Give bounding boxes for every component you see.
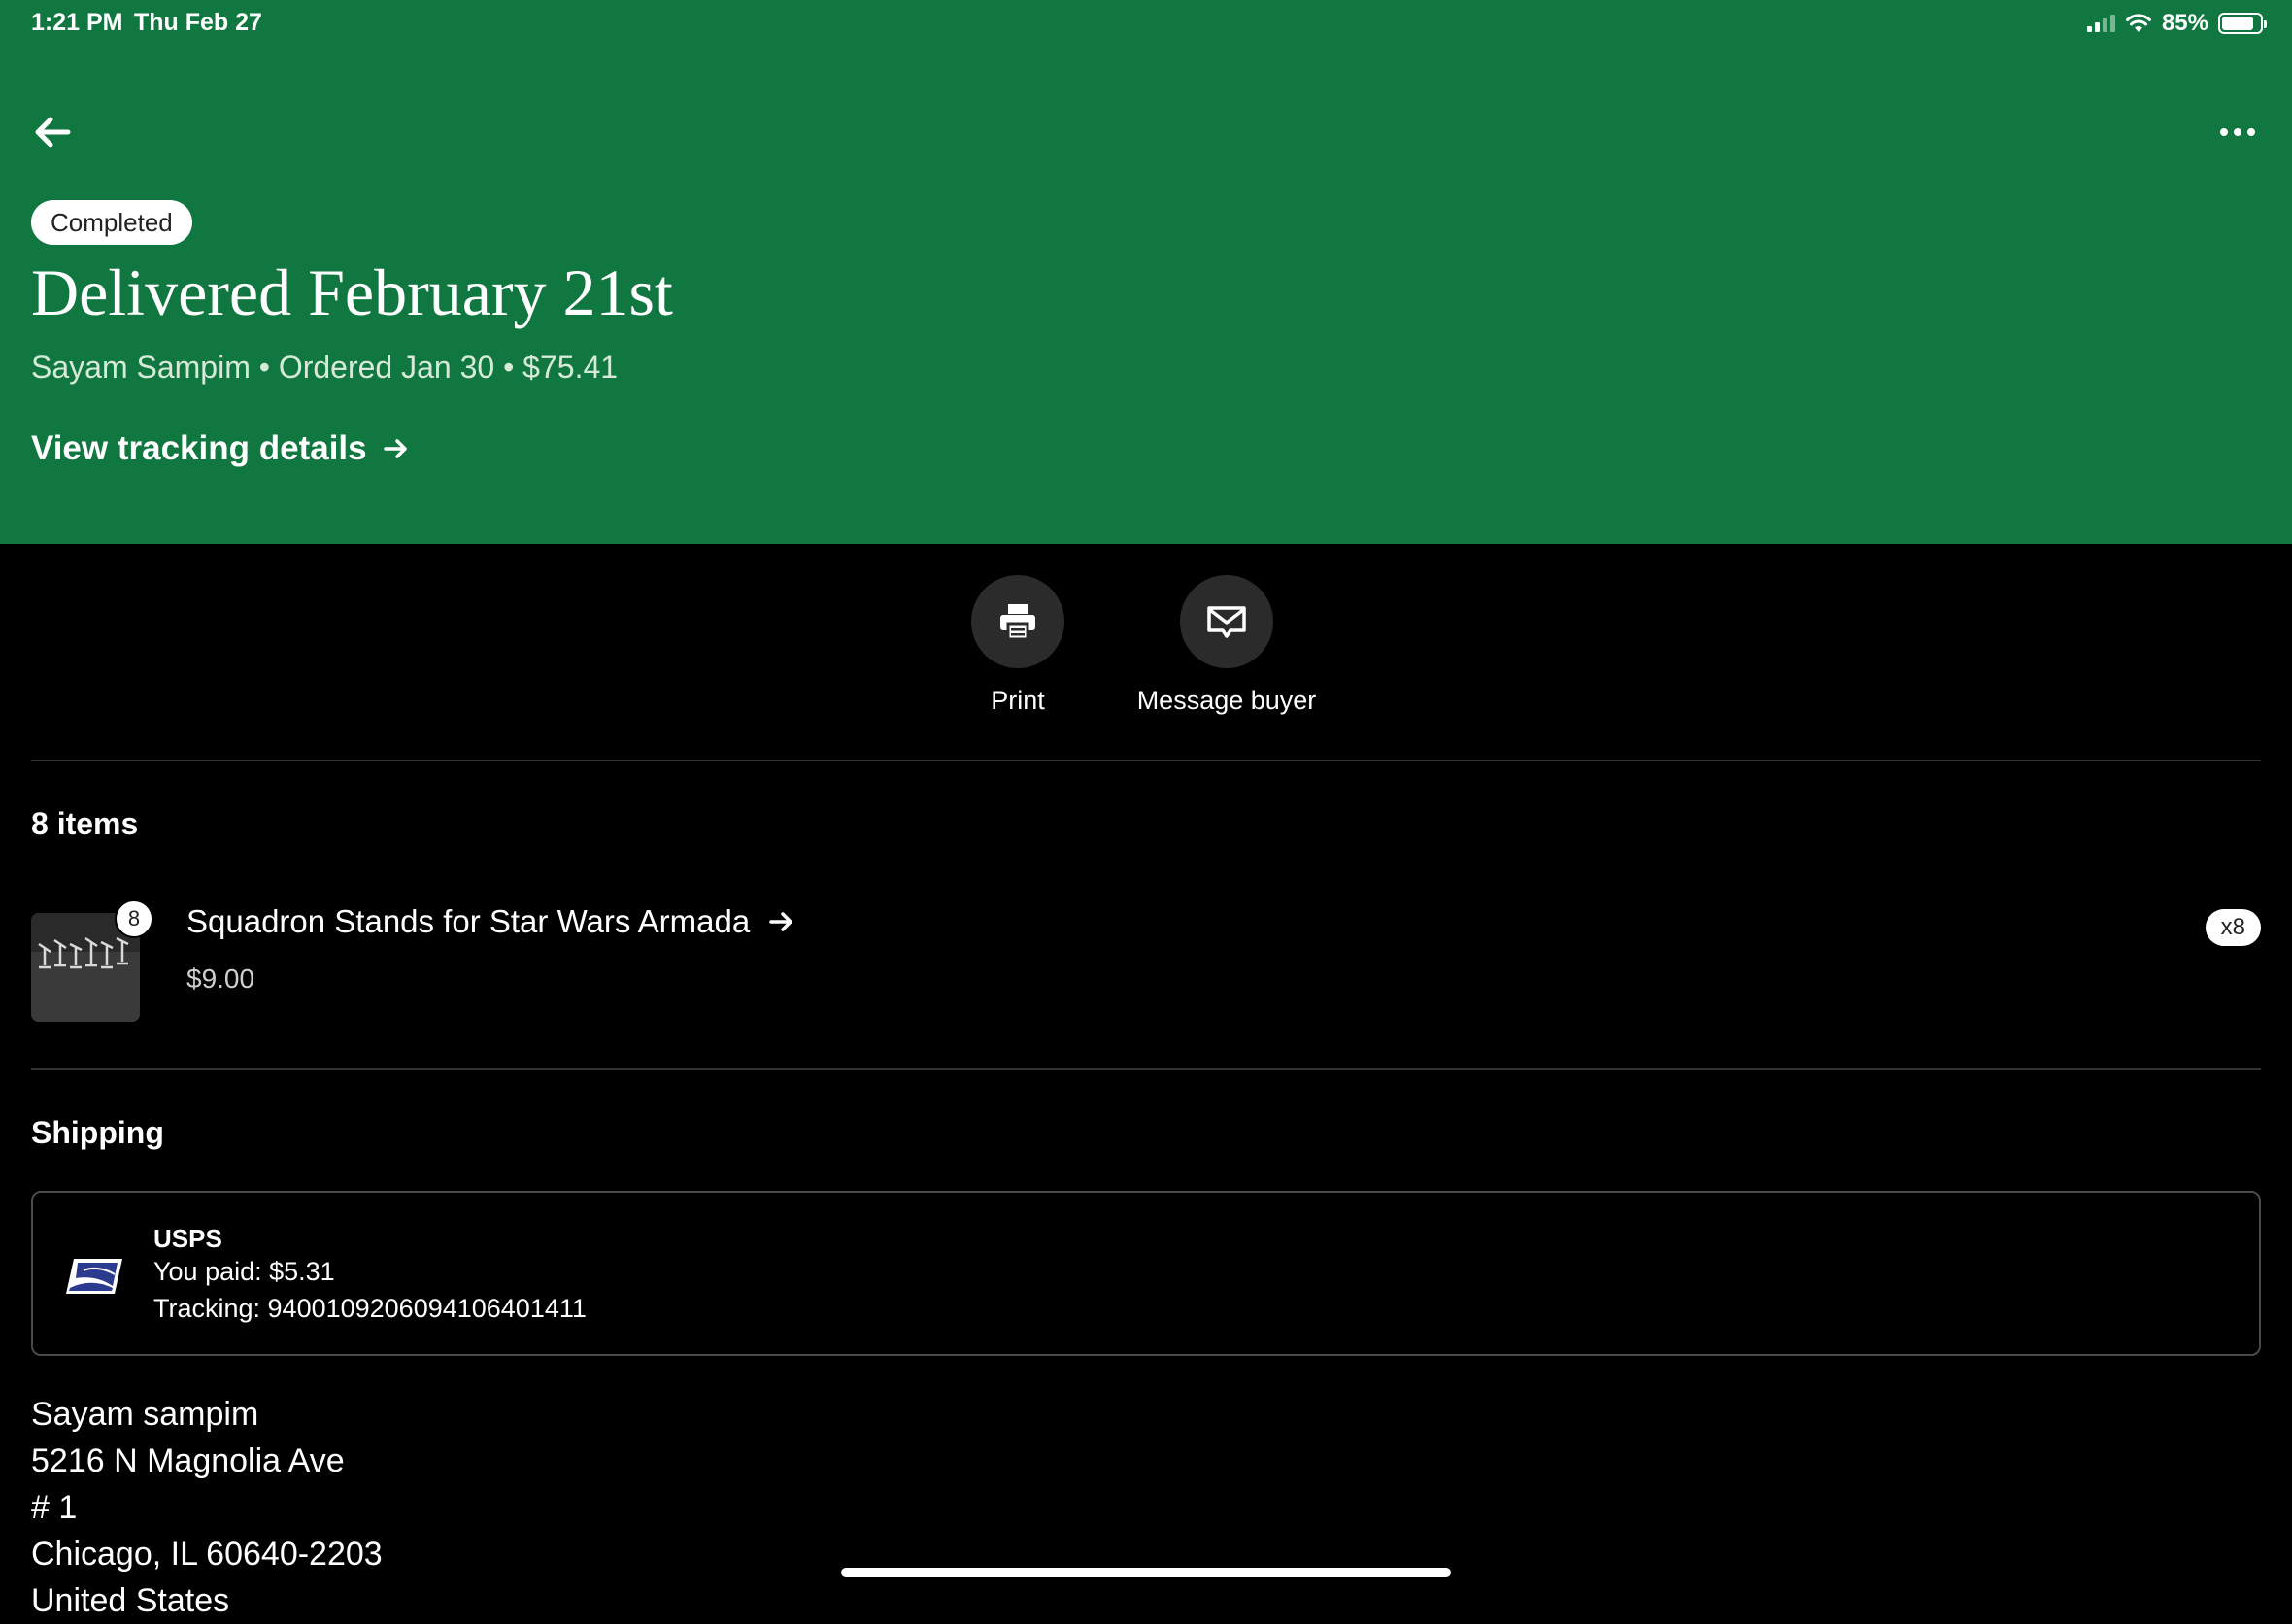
item-title: Squadron Stands for Star Wars Armada bbox=[186, 903, 751, 939]
arrow-right-icon bbox=[384, 439, 408, 458]
battery-icon bbox=[2218, 13, 2267, 34]
shipping-address: Sayam sampim 5216 N Magnolia Ave # 1 Chi… bbox=[31, 1391, 383, 1624]
status-time: 1:21 PM bbox=[31, 9, 123, 36]
status-indicators: 85% bbox=[2086, 8, 2267, 39]
item-quantity-badge: x8 bbox=[2205, 909, 2261, 946]
address-street: 5216 N Magnolia Ave bbox=[31, 1442, 345, 1479]
battery-percent: 85% bbox=[2161, 10, 2208, 36]
order-status-badge: Completed bbox=[31, 200, 192, 245]
envelope-icon bbox=[1207, 606, 1246, 638]
status-date: Thu Feb 27 bbox=[134, 9, 262, 36]
status-bar: 1:21 PM Thu Feb 27 85% bbox=[0, 0, 2292, 47]
divider bbox=[31, 1068, 2261, 1070]
order-meta: Sayam Sampim • Ordered Jan 30 • $75.41 bbox=[31, 350, 619, 385]
cellular-signal-icon bbox=[2086, 15, 2115, 32]
message-buyer-button[interactable]: Message buyer bbox=[1127, 575, 1327, 716]
message-button-circle bbox=[1180, 575, 1273, 668]
more-horizontal-icon bbox=[2220, 128, 2255, 136]
print-label: Print bbox=[991, 686, 1045, 715]
address-city: Chicago, IL 60640-2203 bbox=[31, 1536, 383, 1573]
shipping-paid: You paid: $5.31 bbox=[153, 1257, 335, 1286]
wifi-icon bbox=[2125, 14, 2151, 32]
item-count-badge: 8 bbox=[115, 899, 153, 938]
order-title: Delivered February 21st bbox=[31, 255, 673, 329]
view-tracking-link[interactable]: View tracking details bbox=[31, 429, 411, 468]
view-tracking-label: View tracking details bbox=[31, 429, 367, 467]
address-name: Sayam sampim bbox=[31, 1396, 259, 1433]
divider bbox=[31, 760, 2261, 761]
printer-icon bbox=[1000, 604, 1035, 641]
item-price: $9.00 bbox=[186, 964, 255, 994]
arrow-left-icon bbox=[35, 117, 71, 148]
item-title-link[interactable]: Squadron Stands for Star Wars Armada bbox=[186, 903, 796, 940]
arrow-right-icon bbox=[769, 912, 792, 931]
more-options-button[interactable] bbox=[2210, 107, 2265, 157]
address-country: United States bbox=[31, 1582, 230, 1619]
message-buyer-label: Message buyer bbox=[1136, 686, 1317, 715]
print-button[interactable]: Print bbox=[952, 575, 1084, 716]
home-indicator[interactable] bbox=[841, 1568, 1451, 1577]
print-button-circle bbox=[971, 575, 1064, 668]
back-button[interactable] bbox=[29, 107, 80, 157]
usps-eagle-icon bbox=[66, 1259, 122, 1294]
order-header: 1:21 PM Thu Feb 27 85% Completed Deliver… bbox=[0, 0, 2292, 544]
items-heading: 8 items bbox=[31, 806, 139, 841]
shipping-carrier: USPS bbox=[153, 1224, 222, 1253]
tracking-number[interactable]: Tracking: 9400109206094106401411 bbox=[153, 1294, 587, 1324]
shipping-card: USPS You paid: $5.31 Tracking: 940010920… bbox=[31, 1191, 2261, 1356]
address-unit: # 1 bbox=[31, 1489, 78, 1526]
shipping-heading: Shipping bbox=[31, 1115, 164, 1150]
